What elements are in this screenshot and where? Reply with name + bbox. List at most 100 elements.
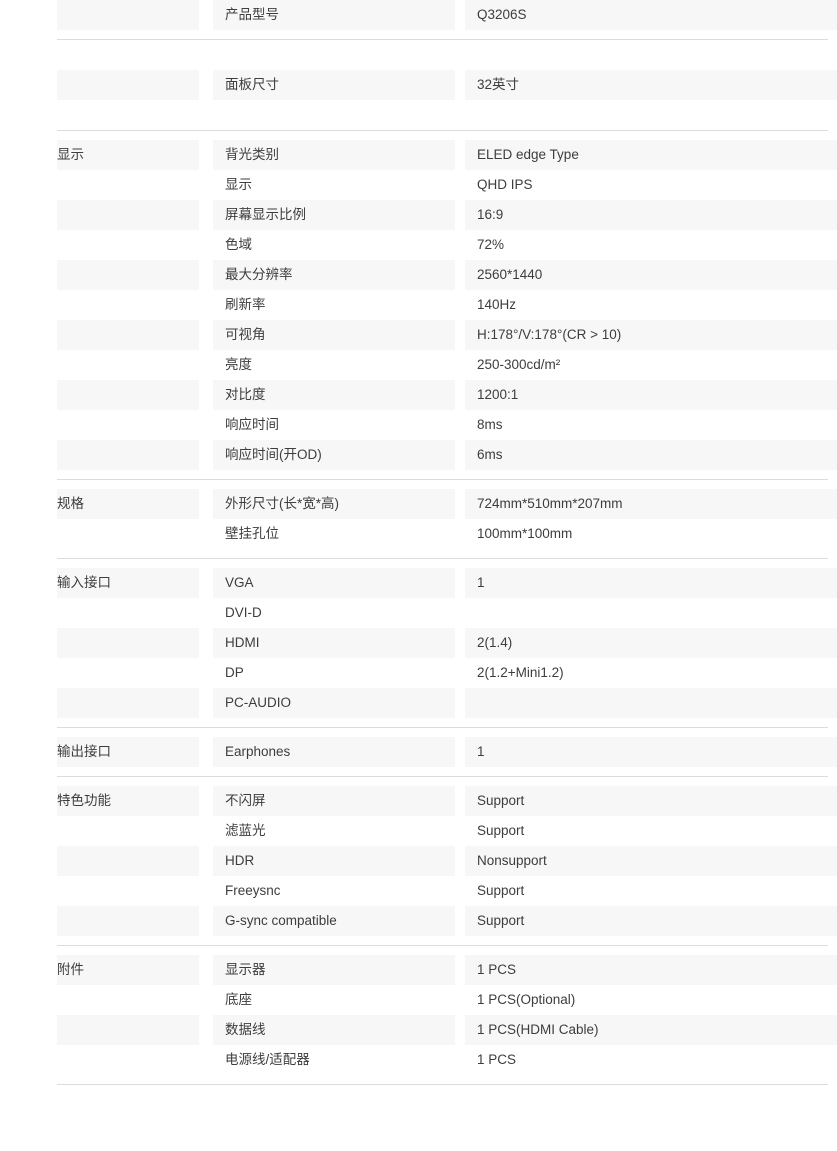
spec-category-cell: 输入接口 bbox=[57, 568, 199, 598]
spec-category-cell bbox=[57, 290, 199, 320]
table-row: Freeysnc Support bbox=[0, 876, 837, 906]
spec-section-body: 面板尺寸 32英寸 bbox=[0, 40, 837, 130]
spec-section-body: 输出接口 Earphones 1 bbox=[0, 728, 837, 776]
table-row: 底座 1 PCS(Optional) bbox=[0, 985, 837, 1015]
spec-value-cell: 32英寸 bbox=[465, 70, 837, 100]
table-row: 面板尺寸 32英寸 bbox=[0, 70, 837, 100]
spec-category-cell: 特色功能 bbox=[57, 786, 199, 816]
table-row: 最大分辨率 2560*1440 bbox=[0, 260, 837, 290]
spec-value-cell: 8ms bbox=[477, 417, 503, 432]
table-row: 电源线/适配器 1 PCS bbox=[0, 1045, 837, 1075]
section-divider bbox=[57, 1084, 828, 1085]
spec-parameter-cell: G-sync compatible bbox=[213, 906, 455, 936]
spec-parameter-cell: 最大分辨率 bbox=[213, 260, 455, 290]
spec-value-cell: 1 PCS bbox=[465, 955, 837, 985]
table-row: 输入接口 VGA 1 bbox=[0, 568, 837, 598]
table-row: HDR Nonsupport bbox=[0, 846, 837, 876]
spec-parameter-cell: 显示 bbox=[225, 177, 252, 192]
table-row: 数据线 1 PCS(HDMI Cable) bbox=[0, 1015, 837, 1045]
spec-value-cell: 2(1.4) bbox=[465, 628, 837, 658]
spec-category-cell bbox=[57, 200, 199, 230]
spec-row-group: 特色功能 不闪屏 Support 滤蓝光 Support HDR Nonsupport Fre… bbox=[0, 786, 837, 936]
spec-row-group: 输出接口 Earphones 1 bbox=[0, 737, 837, 767]
spec-value-cell: 1 PCS(HDMI Cable) bbox=[465, 1015, 837, 1045]
spec-parameter-cell: HDR bbox=[213, 846, 455, 876]
table-row: 色域 72% bbox=[0, 230, 837, 260]
spec-category-cell bbox=[57, 519, 199, 549]
spec-value-cell bbox=[465, 688, 837, 718]
spec-parameter-cell: 底座 bbox=[225, 992, 252, 1007]
spec-category-cell: 输出接口 bbox=[57, 737, 199, 767]
spec-parameter-cell: 电源线/适配器 bbox=[225, 1052, 310, 1067]
spec-section-body: 附件 显示器 1 PCS 底座 1 PCS(Optional) 数据线 1 PCS(HDMI… bbox=[0, 946, 837, 1084]
spec-parameter-cell: 屏幕显示比例 bbox=[213, 200, 455, 230]
spec-section: 面板尺寸 32英寸 bbox=[0, 40, 837, 130]
spec-category-cell bbox=[57, 598, 199, 628]
spec-category-cell bbox=[57, 410, 199, 440]
spec-section: 规格 外形尺寸(长*宽*高) 724mm*510mm*207mm 壁挂孔位 100mm*… bbox=[0, 480, 837, 558]
spec-value-cell: 1 bbox=[465, 568, 837, 598]
spec-category-cell bbox=[57, 658, 199, 688]
table-row: 亮度 250-300cd/m² bbox=[0, 350, 837, 380]
spec-value-cell: 1 PCS(Optional) bbox=[477, 992, 576, 1007]
spec-section-body: 产品型号 Q3206S bbox=[0, 0, 837, 39]
spec-row-group: 附件 显示器 1 PCS 底座 1 PCS(Optional) 数据线 1 PCS(HDMI… bbox=[0, 955, 837, 1075]
spec-category-cell bbox=[57, 170, 199, 200]
spec-value-cell: 1200:1 bbox=[465, 380, 837, 410]
spec-category-cell bbox=[57, 70, 199, 100]
spec-section-body: 输入接口 VGA 1 DVI-D HDMI 2(1.4) DP 2(1.2+Mini1.2) P… bbox=[0, 559, 837, 727]
spec-parameter-cell: 可视角 bbox=[213, 320, 455, 350]
spec-parameter-cell: 刷新率 bbox=[225, 297, 266, 312]
table-row: DP 2(1.2+Mini1.2) bbox=[0, 658, 837, 688]
spec-category-cell bbox=[57, 1045, 199, 1075]
spec-category-cell bbox=[57, 906, 199, 936]
spec-value-cell: 1 bbox=[465, 737, 837, 767]
spec-row-group: 规格 外形尺寸(长*宽*高) 724mm*510mm*207mm 壁挂孔位 100mm*… bbox=[0, 489, 837, 549]
table-row: PC-AUDIO bbox=[0, 688, 837, 718]
spec-category-cell bbox=[57, 0, 199, 30]
table-row: 对比度 1200:1 bbox=[0, 380, 837, 410]
spec-parameter-cell: Earphones bbox=[213, 737, 455, 767]
table-row: 响应时间 8ms bbox=[0, 410, 837, 440]
spec-value-cell: 6ms bbox=[465, 440, 837, 470]
spec-parameter-cell: 数据线 bbox=[213, 1015, 455, 1045]
spec-value-cell: 724mm*510mm*207mm bbox=[465, 489, 837, 519]
spec-parameter-cell: PC-AUDIO bbox=[213, 688, 455, 718]
spec-category-cell bbox=[57, 816, 199, 846]
spec-category-cell bbox=[57, 350, 199, 380]
table-row: 可视角 H:178°/V:178°(CR > 10) bbox=[0, 320, 837, 350]
spec-category-cell: 显示 bbox=[57, 140, 199, 170]
table-row: 刷新率 140Hz bbox=[0, 290, 837, 320]
spec-parameter-cell: 显示器 bbox=[213, 955, 455, 985]
spec-value-cell: QHD IPS bbox=[477, 177, 533, 192]
spec-value-cell: Support bbox=[465, 786, 837, 816]
spec-value-cell bbox=[465, 598, 837, 628]
spec-value-cell: Nonsupport bbox=[465, 846, 837, 876]
spec-parameter-cell: 对比度 bbox=[213, 380, 455, 410]
spec-parameter-cell: HDMI bbox=[213, 628, 455, 658]
table-row: 响应时间(开OD) 6ms bbox=[0, 440, 837, 470]
table-row: 壁挂孔位 100mm*100mm bbox=[0, 519, 837, 549]
spec-category-cell bbox=[57, 440, 199, 470]
spec-value-cell: 1 PCS bbox=[477, 1052, 517, 1067]
table-row: 附件 显示器 1 PCS bbox=[0, 955, 837, 985]
spec-section-body: 规格 外形尺寸(长*宽*高) 724mm*510mm*207mm 壁挂孔位 100mm*… bbox=[0, 480, 837, 558]
spec-parameter-cell: DVI-D bbox=[225, 605, 262, 620]
table-row: 显示 背光类别 ELED edge Type bbox=[0, 140, 837, 170]
spec-parameter-cell: DP bbox=[225, 665, 244, 680]
spec-category-cell bbox=[57, 260, 199, 290]
table-row: 滤蓝光 Support bbox=[0, 816, 837, 846]
spec-parameter-cell: 色域 bbox=[225, 237, 252, 252]
spec-row-group: 面板尺寸 32英寸 bbox=[0, 70, 837, 100]
spec-section: 产品型号 Q3206S bbox=[0, 0, 837, 39]
spec-category-cell bbox=[57, 1015, 199, 1045]
spec-parameter-cell: Freeysnc bbox=[225, 883, 281, 898]
spec-category-cell bbox=[57, 876, 199, 906]
spec-value-cell: 140Hz bbox=[477, 297, 517, 312]
table-row: HDMI 2(1.4) bbox=[0, 628, 837, 658]
spec-category-cell: 规格 bbox=[57, 489, 199, 519]
spec-value-cell: 72% bbox=[477, 237, 505, 252]
table-row: 显示 QHD IPS bbox=[0, 170, 837, 200]
table-row: 屏幕显示比例 16:9 bbox=[0, 200, 837, 230]
product-spec-table: 产品型号 Q3206S 面板尺寸 32英寸 显示 背光类别 ELED edge Type 显示… bbox=[0, 0, 837, 1085]
